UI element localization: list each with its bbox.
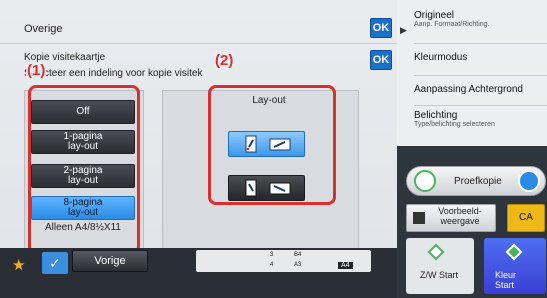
- side-item-label: Origineel: [414, 10, 455, 21]
- checkmark-icon[interactable]: ✓: [42, 252, 68, 274]
- dialog-description: Selecteer een indeling voor kopie visite…: [24, 68, 203, 79]
- callout-frame-1: [28, 85, 140, 255]
- callout-frame-2: [208, 85, 336, 205]
- proef-start-icon: [414, 170, 436, 192]
- side-item-achtergrond[interactable]: Aanpassing Achtergrond: [414, 84, 547, 106]
- proef-color-icon: [518, 170, 540, 192]
- side-item-label: Kleurmodus: [414, 52, 468, 63]
- clear-all-button[interactable]: CA: [507, 204, 545, 232]
- bw-start-button[interactable]: [406, 238, 474, 294]
- side-item-origineel[interactable]: Origineel Aanp. Formaat/Richting.: [414, 10, 547, 44]
- bw-start-label: Z/W Start: [420, 270, 458, 280]
- header-ok-button[interactable]: OK: [370, 18, 392, 38]
- callout-label-2: (2): [214, 52, 235, 69]
- favorite-star-icon[interactable]: ★: [12, 256, 25, 274]
- preview-icon: [413, 212, 425, 224]
- side-item-kleurmodus[interactable]: Kleurmodus: [414, 52, 547, 76]
- expand-arrow-icon[interactable]: ▶: [400, 25, 407, 36]
- callout-label-1: (1): [26, 62, 47, 79]
- preview-label: Voorbeeld-weergave: [438, 206, 482, 226]
- tray-number: 3: [270, 252, 274, 258]
- tray-number: 4: [270, 262, 274, 268]
- back-button[interactable]: Vorige: [72, 250, 148, 272]
- top-bar: Overige: [0, 16, 397, 44]
- dialog-ok-button[interactable]: OK: [370, 50, 392, 70]
- side-item-label: Belichting: [414, 110, 458, 121]
- tray-size: B4: [294, 252, 302, 258]
- side-item-sublabel: Aanp. Formaat/Richting.: [414, 21, 490, 28]
- paper-size-badge: A4: [338, 262, 353, 269]
- proefkopie-label: Proefkopie: [454, 176, 502, 187]
- side-item-label: Aanpassing Achtergrond: [414, 84, 523, 95]
- page-title: Overige: [24, 23, 63, 35]
- side-item-sublabel: Type/belichting selecteren: [414, 121, 495, 128]
- color-start-label: Kleur Start: [495, 270, 517, 291]
- side-item-belichting[interactable]: Belichting Type/belichting selecteren: [414, 110, 547, 142]
- tray-size: A3: [294, 262, 302, 268]
